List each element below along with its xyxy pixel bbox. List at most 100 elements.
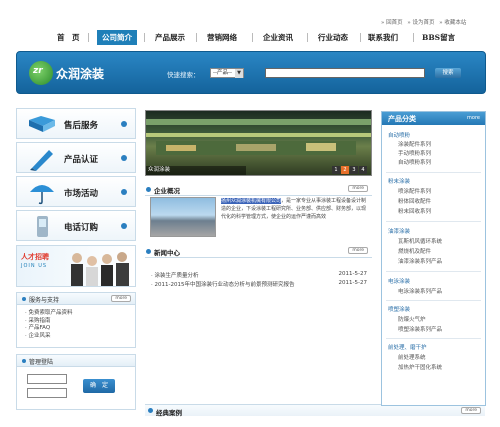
- recruit-banner[interactable]: 人才招聘 JOIN US: [16, 245, 136, 287]
- side-item-marketing[interactable]: 市场活动: [16, 176, 136, 207]
- service-link[interactable]: · 免费索取产品资料: [25, 310, 73, 318]
- side-item-label: 产品认证: [64, 155, 99, 165]
- bullet-icon: [22, 359, 26, 363]
- nav-home[interactable]: 首 页: [57, 32, 80, 43]
- subcategory-link[interactable]: 粉末回收系列: [398, 207, 431, 215]
- service-link[interactable]: · 采购指南: [25, 318, 73, 326]
- link-home[interactable]: » 回首页: [381, 20, 403, 26]
- subcategory-link[interactable]: 粉体回收配件: [398, 197, 431, 205]
- link-bookmark[interactable]: » 收藏本站: [439, 20, 466, 26]
- service-more-button[interactable]: more: [111, 295, 131, 302]
- profile-text: 扬州众润涂装机械有限公司，是一家专业从事涂装工程设备设计制造的企业，下设涂装工程…: [221, 197, 369, 221]
- subcategory-link[interactable]: 加热炉干固化系统: [398, 363, 442, 371]
- arrow-right-icon: [121, 189, 127, 195]
- recruit-title: 人才招聘: [21, 253, 49, 261]
- nav-company-news[interactable]: 企业资讯: [263, 32, 293, 43]
- search-category-select[interactable]: --产品-- ▼: [210, 68, 244, 78]
- chevron-down-icon[interactable]: ▼: [235, 69, 243, 78]
- nav-divider: [307, 33, 308, 42]
- arrow-right-icon: [121, 121, 127, 127]
- umbrella-icon: [30, 185, 54, 205]
- news-list: · 涂装生产质量分析 2011-5-27 · 2011-2015年中国涂装行业动…: [151, 271, 367, 289]
- subcategory-link[interactable]: 涂装配件系列: [398, 140, 431, 148]
- nav-about[interactable]: 公司简介: [97, 30, 137, 45]
- nav-divider: [88, 33, 89, 42]
- login-box-title: 管理登陆: [29, 359, 54, 366]
- main-nav: 首 页 公司简介 产品展示 营销网络 企业资讯 行业动态 联系我们 BBS留言: [0, 27, 500, 47]
- search-button[interactable]: 搜索: [435, 68, 461, 78]
- nav-products[interactable]: 产品展示: [155, 32, 185, 43]
- nav-bbs[interactable]: BBS留言: [422, 32, 455, 43]
- category-auto-spray[interactable]: 自动喷粉: [388, 131, 410, 139]
- nav-divider: [144, 33, 145, 42]
- profile-more-button[interactable]: more: [348, 185, 368, 192]
- subcategory-link[interactable]: 防爆火气炉: [398, 315, 426, 323]
- search-label: 快速搜索：: [167, 71, 200, 79]
- subcategory-link[interactable]: 喷塑涂装系列产品: [398, 325, 442, 333]
- category-powder[interactable]: 粉末涂装: [388, 177, 410, 185]
- team-people-image: [71, 252, 129, 286]
- bullet-icon: [146, 249, 151, 254]
- side-item-label: 售后服务: [64, 121, 99, 131]
- arrow-right-icon: [121, 155, 127, 161]
- subcategory-link[interactable]: 燃烧机及配件: [398, 247, 431, 255]
- bullet-icon: [148, 408, 153, 413]
- username-field[interactable]: [27, 374, 67, 384]
- nav-contact[interactable]: 联系我们: [368, 32, 398, 43]
- side-item-phone-order[interactable]: 电话订购: [16, 210, 136, 241]
- admin-login-box: 管理登陆 确 定: [16, 354, 136, 410]
- box-header: 管理登陆: [17, 355, 135, 367]
- logo-mark: zr: [33, 66, 43, 76]
- nav-industry-news[interactable]: 行业动态: [318, 32, 348, 43]
- subcategory-link[interactable]: 自动喷粉系列: [398, 158, 431, 166]
- service-support-box: 服务与支持 more · 免费索取产品资料 · 采购指南 · 产品FAQ · 企…: [16, 292, 136, 348]
- slide-page-2[interactable]: 2: [341, 166, 349, 174]
- category-divider: [386, 300, 481, 301]
- side-item-label: 电话订购: [64, 223, 99, 233]
- bullet-icon: [22, 297, 26, 301]
- news-link[interactable]: · 2011-2015年中国涂装行业动态分析与前景预测研究报告: [151, 282, 294, 288]
- slide-page-3[interactable]: 3: [350, 166, 358, 174]
- subcategory-link[interactable]: 前处理系统: [398, 353, 426, 361]
- nav-divider: [196, 33, 197, 42]
- top-links: » 回首页 » 设为首页 » 收藏本站: [378, 18, 466, 26]
- link-set-homepage[interactable]: » 设为首页: [407, 20, 434, 26]
- subcategory-link[interactable]: 瓦斯机风循环系统: [398, 237, 442, 245]
- password-field[interactable]: [27, 388, 67, 398]
- slide-page-4[interactable]: 4: [359, 166, 367, 174]
- recruit-subtitle: JOIN US: [21, 263, 48, 269]
- slide-page-1[interactable]: 1: [332, 166, 340, 174]
- subcategory-link[interactable]: 油漆涂装系列产品: [398, 257, 442, 265]
- book-icon: [29, 116, 55, 132]
- category-divider: [386, 271, 481, 272]
- search-input[interactable]: [265, 68, 425, 78]
- profile-title: 企业概况: [154, 187, 180, 195]
- search-category-value: --产品--: [213, 70, 232, 76]
- news-more-button[interactable]: more: [348, 247, 368, 254]
- service-link[interactable]: · 产品FAQ: [25, 325, 73, 333]
- news-row: · 2011-2015年中国涂装行业动态分析与前景预测研究报告 2011-5-2…: [151, 280, 367, 289]
- nav-sales-network[interactable]: 营销网络: [207, 32, 237, 43]
- login-submit-button[interactable]: 确 定: [83, 379, 115, 393]
- cases-more-button[interactable]: more: [461, 407, 481, 414]
- subcategory-link[interactable]: 喷涂配件系列: [398, 187, 431, 195]
- arrow-right-icon: [121, 223, 127, 229]
- side-item-certification[interactable]: 产品认证: [16, 142, 136, 173]
- category-pretreatment[interactable]: 前处理、磨干护: [388, 343, 427, 351]
- site-name[interactable]: 众润涂装: [56, 65, 104, 82]
- categories-more-link[interactable]: more: [467, 115, 480, 121]
- side-item-after-sales[interactable]: 售后服务: [16, 108, 136, 139]
- category-plastic-spray[interactable]: 喷塑涂装: [388, 305, 410, 313]
- categories-title: 产品分类: [388, 115, 416, 123]
- service-link[interactable]: · 企业风采: [25, 333, 73, 341]
- subcategory-link[interactable]: 电泳涂装系列产品: [398, 287, 442, 295]
- subcategory-link[interactable]: 手动喷粉系列: [398, 149, 431, 157]
- category-electrophoresis[interactable]: 电泳涂装: [388, 277, 410, 285]
- profile-section-header: 企业概况 more: [145, 184, 372, 196]
- company-building-image: [150, 197, 216, 237]
- nav-divider: [360, 33, 361, 42]
- category-paint[interactable]: 油漆涂装: [388, 227, 410, 235]
- news-section-header: 新闻中心 more: [145, 246, 372, 258]
- news-link[interactable]: · 涂装生产质量分析: [151, 273, 199, 279]
- nav-divider: [252, 33, 253, 42]
